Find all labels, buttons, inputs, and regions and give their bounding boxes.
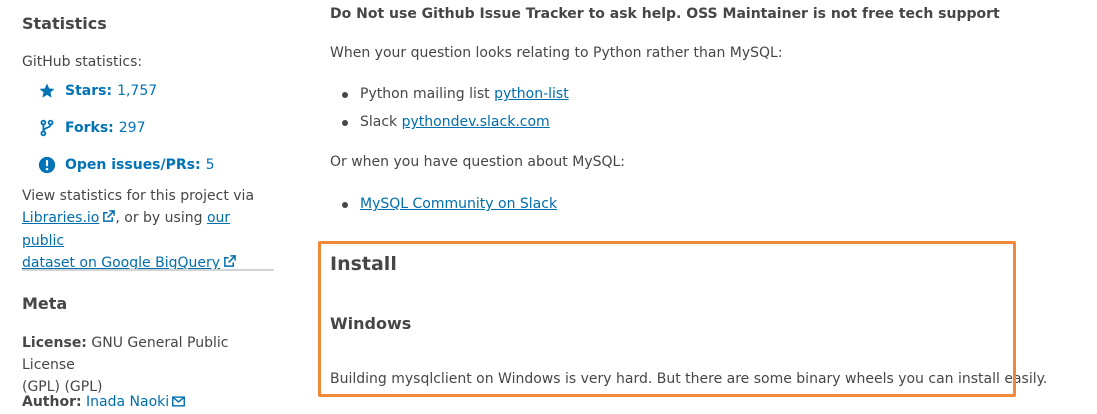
python-list-prefix: Python mailing list bbox=[360, 86, 495, 102]
fork-icon bbox=[38, 119, 56, 137]
highlight-box bbox=[318, 241, 1016, 397]
external-link-icon bbox=[102, 208, 116, 230]
mysql-intro: Or when you have question about MySQL: bbox=[330, 154, 626, 170]
open-issues-value: 5 bbox=[205, 157, 215, 173]
stat-open-issues[interactable]: Open issues/PRs: 5 bbox=[38, 156, 215, 174]
or-by-using-text: , or by using bbox=[115, 210, 203, 226]
python-intro: When your question looks relating to Pyt… bbox=[330, 45, 783, 61]
sidebar-divider bbox=[22, 269, 274, 271]
view-statistics-prefix: View statistics for this project via bbox=[22, 188, 255, 204]
github-statistics-label: GitHub statistics: bbox=[22, 54, 143, 70]
slack-prefix: Slack bbox=[360, 114, 402, 130]
license-text: License: GNU General Public License (GPL… bbox=[22, 332, 274, 398]
forks-label: Forks: bbox=[65, 120, 114, 136]
license-label: License: bbox=[22, 335, 87, 351]
alert-circle-icon bbox=[38, 156, 56, 174]
list-item: Python mailing list python-list bbox=[360, 86, 569, 102]
python-list-link[interactable]: python-list bbox=[494, 86, 569, 102]
stars-value: 1,757 bbox=[117, 83, 158, 99]
stat-stars[interactable]: Stars: 1,757 bbox=[38, 82, 157, 100]
author-text: Author: Inada Naoki bbox=[22, 391, 186, 414]
stars-label: Stars: bbox=[65, 83, 113, 99]
forks-value: 297 bbox=[118, 120, 146, 136]
open-issues-label: Open issues/PRs: bbox=[65, 157, 201, 173]
meta-heading: Meta bbox=[22, 294, 68, 313]
pythondev-slack-link[interactable]: pythondev.slack.com bbox=[402, 114, 550, 130]
list-item: MySQL Community on Slack bbox=[360, 196, 557, 212]
statistics-heading: Statistics bbox=[22, 14, 107, 33]
list-item: Slack pythondev.slack.com bbox=[360, 114, 550, 130]
star-icon bbox=[38, 82, 56, 100]
bullet bbox=[342, 202, 348, 208]
stat-forks[interactable]: Forks: 297 bbox=[38, 119, 146, 137]
external-link-icon bbox=[223, 253, 236, 275]
libraries-io-link[interactable]: Libraries.io bbox=[22, 210, 99, 226]
bullet bbox=[342, 92, 348, 98]
envelope-icon bbox=[172, 392, 186, 414]
view-statistics-text: View statistics for this project via Lib… bbox=[22, 185, 274, 275]
bullet bbox=[342, 120, 348, 126]
mysql-community-link[interactable]: MySQL Community on Slack bbox=[360, 196, 557, 212]
warning-text: Do Not use Github Issue Tracker to ask h… bbox=[330, 6, 1000, 22]
